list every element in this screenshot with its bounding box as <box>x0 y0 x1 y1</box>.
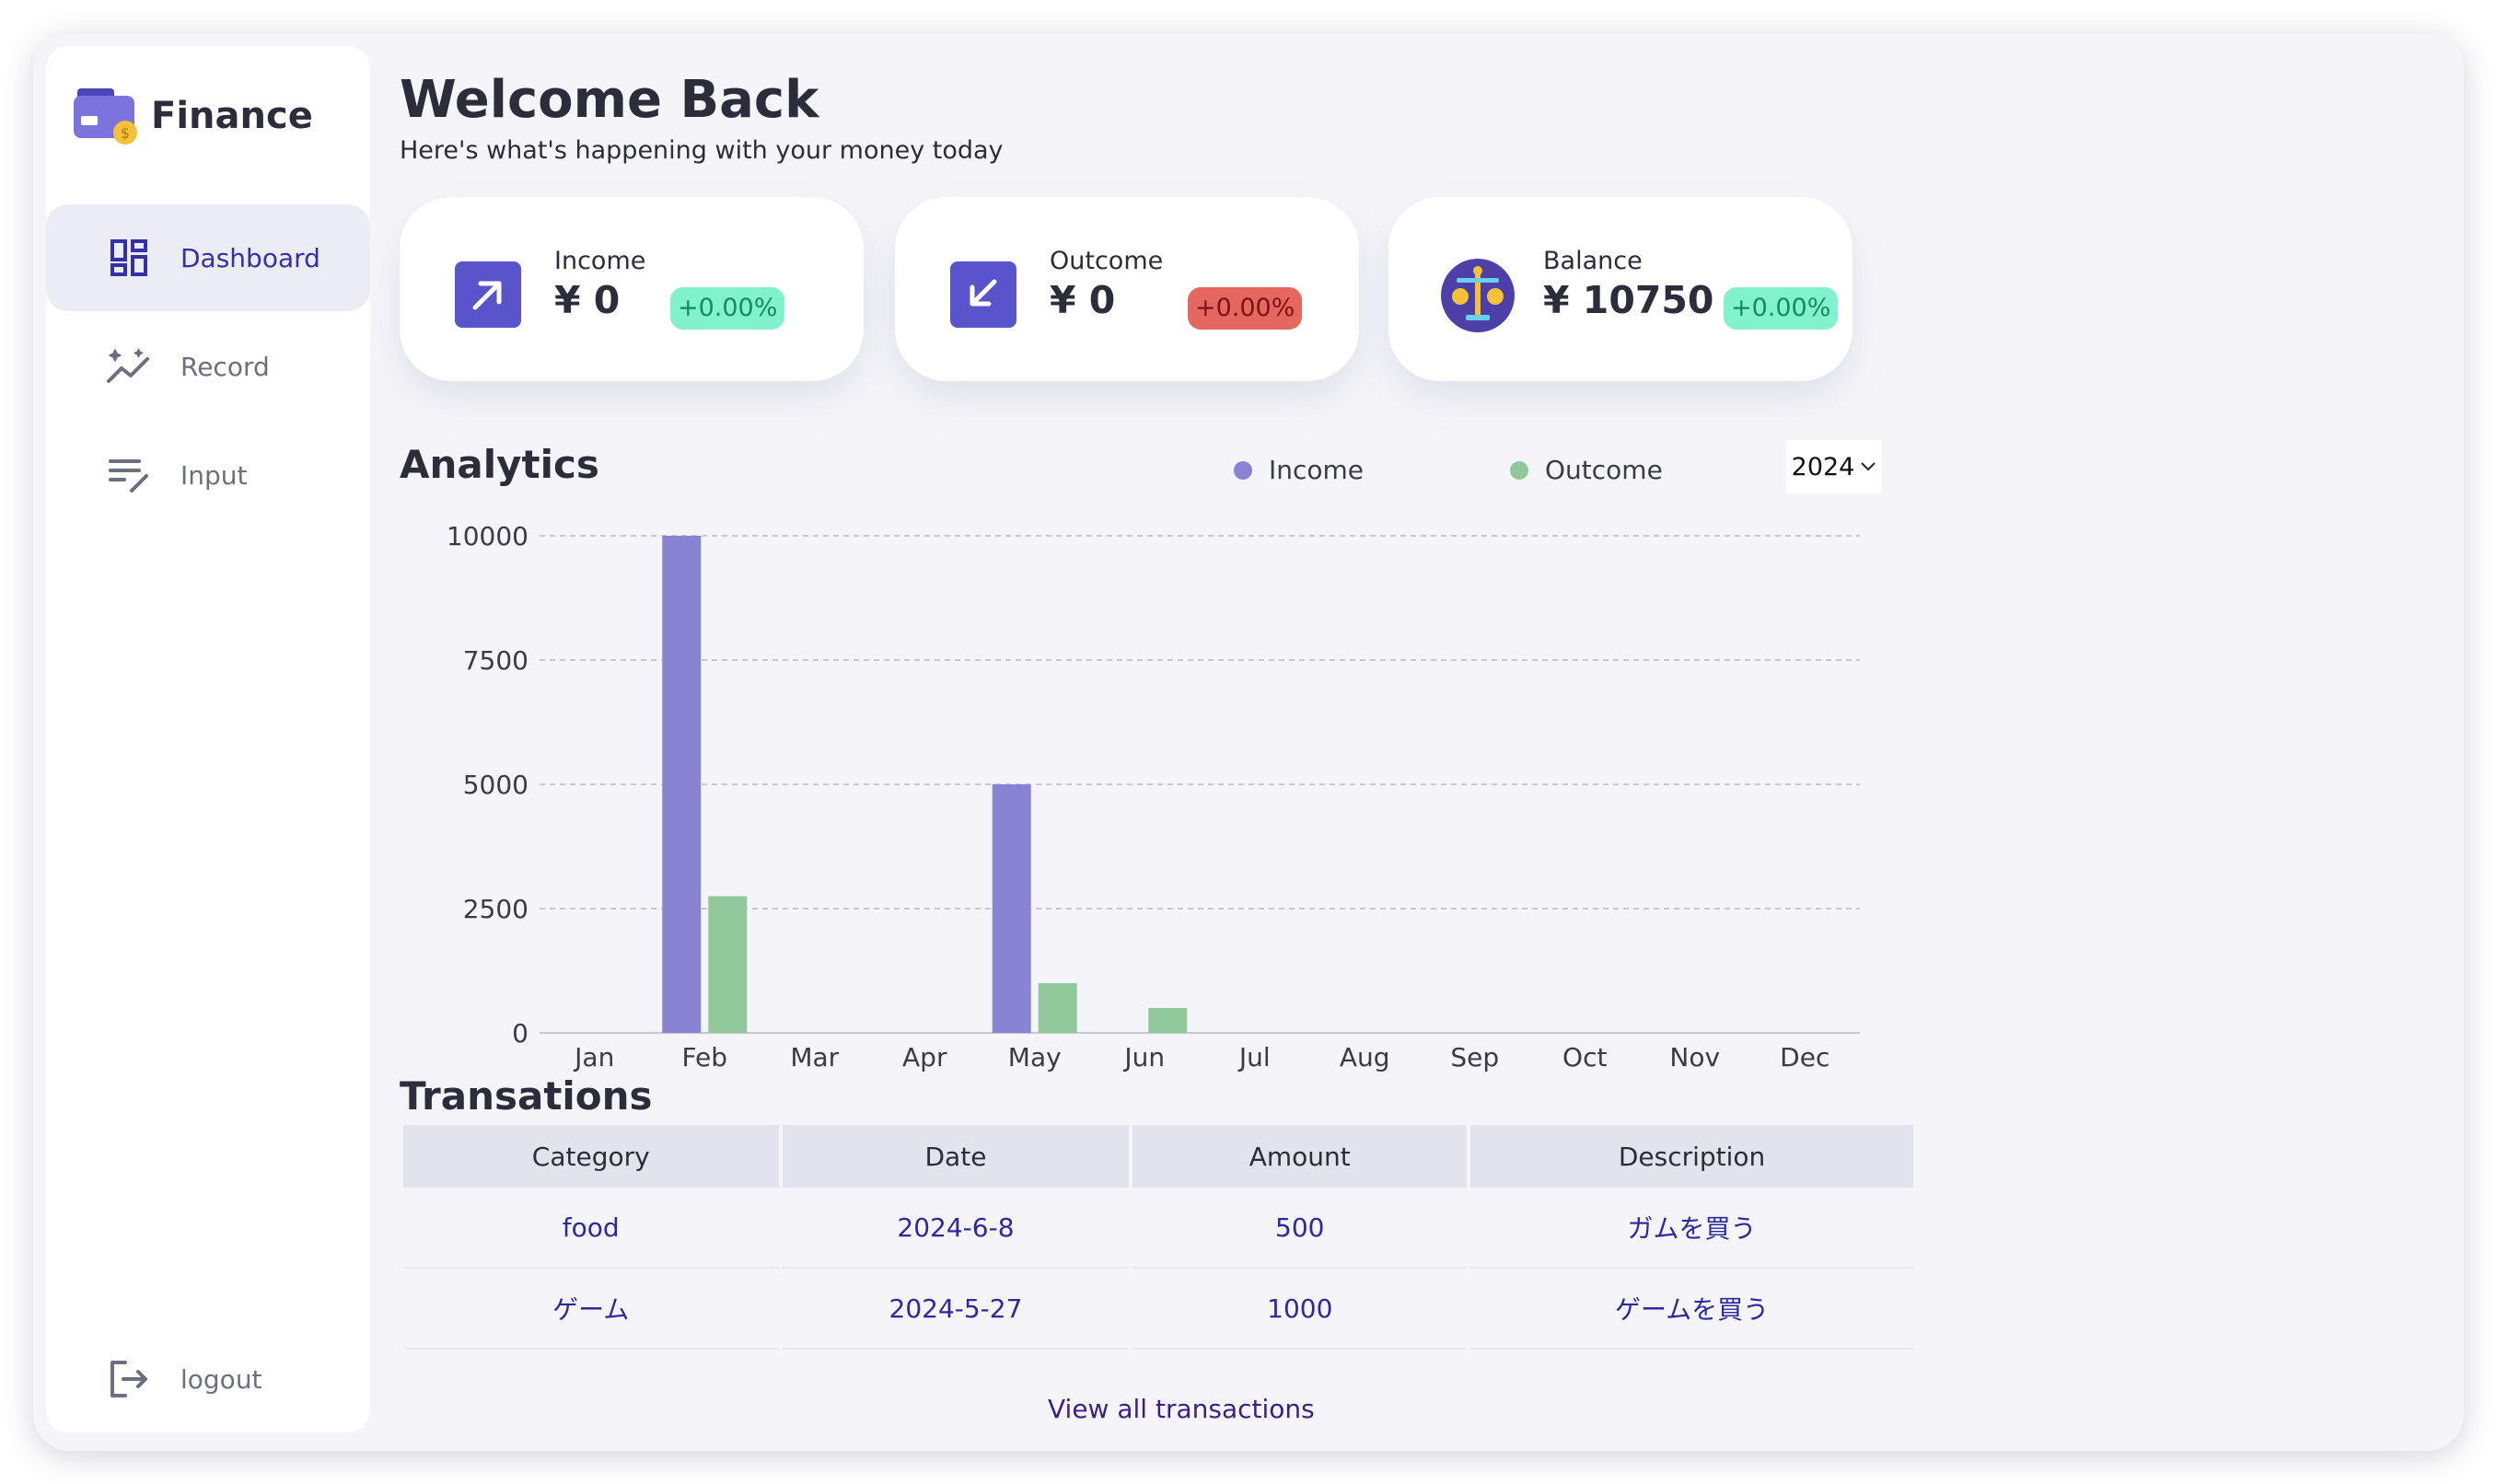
column-header-description: Description <box>1470 1125 1913 1188</box>
legend-label: Income <box>1269 455 1365 485</box>
card-value: ¥ 10750 <box>1543 278 1714 322</box>
analytics-title: Analytics <box>400 442 599 487</box>
x-tick-label: Jun <box>1122 1042 1165 1072</box>
change-badge: +0.00% <box>670 287 785 330</box>
y-tick-label: 7500 <box>463 645 528 676</box>
edit-list-icon <box>105 451 153 499</box>
y-tick-label: 5000 <box>463 770 528 800</box>
arrow-down-left-icon <box>950 261 1016 328</box>
x-tick-label: Apr <box>902 1042 947 1072</box>
sidebar-item-record[interactable]: Record <box>46 313 370 420</box>
x-tick-label: May <box>1008 1042 1062 1072</box>
card-value: ¥ 0 <box>1050 278 1116 322</box>
x-tick-label: Mar <box>790 1042 839 1072</box>
cell-amount: 500 <box>1132 1188 1468 1269</box>
dashboard-icon <box>105 234 153 282</box>
table-row[interactable]: food 2024-6-8 500 ガムを買う <box>403 1188 1913 1269</box>
logout-button[interactable]: logout <box>46 1326 370 1432</box>
legend-outcome[interactable]: Outcome <box>1510 455 1663 485</box>
sidebar-item-label: Dashboard <box>180 242 320 273</box>
year-select[interactable]: 2024 <box>1786 440 1882 493</box>
bar-income-may <box>992 784 1031 1033</box>
chevron-down-icon <box>1861 462 1876 471</box>
table-header-row: Category Date Amount Description <box>403 1125 1913 1188</box>
page-title: Welcome Back <box>400 70 819 130</box>
x-tick-label: Feb <box>681 1042 727 1072</box>
card-value: ¥ 0 <box>554 278 621 322</box>
y-tick-label: 2500 <box>463 894 528 924</box>
logout-icon <box>105 1355 153 1403</box>
analytics-chart: 0 2500 5000 7500 10000 Jan Feb Mar Apr May Jun Jul A… <box>447 521 1860 1072</box>
x-tick-label: Jul <box>1237 1042 1271 1072</box>
transactions-table: Category Date Amount Description food 20… <box>400 1125 1917 1350</box>
sidebar-item-label: Input <box>180 459 248 491</box>
transactions-title: Transations <box>400 1073 653 1119</box>
cell-date: 2024-6-8 <box>782 1188 1130 1269</box>
card-label: Balance <box>1543 247 1643 275</box>
column-header-category: Category <box>403 1125 779 1188</box>
bar-outcome-feb <box>708 896 748 1033</box>
sidebar-item-label: Record <box>180 351 270 382</box>
chart-line-icon <box>105 342 153 390</box>
legend-income[interactable]: Income <box>1234 455 1364 485</box>
bar-outcome-may <box>1038 983 1077 1033</box>
card-label: Income <box>554 247 646 275</box>
column-header-amount: Amount <box>1132 1125 1468 1188</box>
app-logo: $ Finance <box>72 85 313 147</box>
year-value: 2024 <box>1791 452 1855 481</box>
card-label: Outcome <box>1050 247 1164 275</box>
bar-income-feb <box>662 536 702 1033</box>
column-header-date: Date <box>782 1125 1130 1188</box>
logout-label: logout <box>180 1363 262 1395</box>
income-card: Income ¥ 0 +0.00% <box>400 197 864 381</box>
x-tick-label: Oct <box>1562 1042 1607 1072</box>
table-row[interactable]: ゲーム 2024-5-27 1000 ゲームを買う <box>403 1269 1913 1350</box>
balance-card: Balance ¥ 10750 +0.00% <box>1388 197 1852 381</box>
cell-amount: 1000 <box>1132 1269 1468 1350</box>
cell-date: 2024-5-27 <box>782 1269 1130 1350</box>
app-name: Finance <box>151 95 313 137</box>
view-all-transactions-link[interactable]: View all transactions <box>1048 1394 1315 1424</box>
svg-text:$: $ <box>121 124 130 142</box>
x-tick-label: Sep <box>1450 1042 1499 1072</box>
outcome-card: Outcome ¥ 0 +0.00% <box>895 197 1359 381</box>
arrow-up-right-icon <box>455 261 521 328</box>
legend-label: Outcome <box>1545 455 1663 485</box>
legend-dot <box>1234 460 1252 480</box>
page-subtitle: Here's what's happening with your money … <box>400 136 1004 165</box>
x-tick-label: Dec <box>1780 1042 1829 1072</box>
change-badge: +0.00% <box>1724 287 1839 330</box>
cell-description: ガムを買う <box>1470 1188 1913 1269</box>
x-tick-label: Aug <box>1340 1042 1390 1072</box>
y-tick-label: 0 <box>512 1018 528 1049</box>
x-tick-label: Jan <box>573 1042 614 1072</box>
sidebar-item-dashboard[interactable]: Dashboard <box>46 204 370 311</box>
cell-category: food <box>403 1188 779 1269</box>
cell-category: ゲーム <box>403 1269 779 1350</box>
app-window: $ Finance Dashboard Record Input logout … <box>33 33 2464 1451</box>
wallet-icon: $ <box>74 88 137 145</box>
scale-icon <box>1441 259 1515 332</box>
sidebar: $ Finance Dashboard Record Input logout <box>46 46 370 1432</box>
y-tick-label: 10000 <box>447 521 528 551</box>
cell-description: ゲームを買う <box>1470 1269 1913 1350</box>
x-tick-label: Nov <box>1669 1042 1720 1072</box>
sidebar-item-input[interactable]: Input <box>46 422 370 528</box>
legend-dot <box>1510 460 1528 480</box>
bar-outcome-jun <box>1148 1008 1188 1033</box>
change-badge: +0.00% <box>1188 287 1303 330</box>
